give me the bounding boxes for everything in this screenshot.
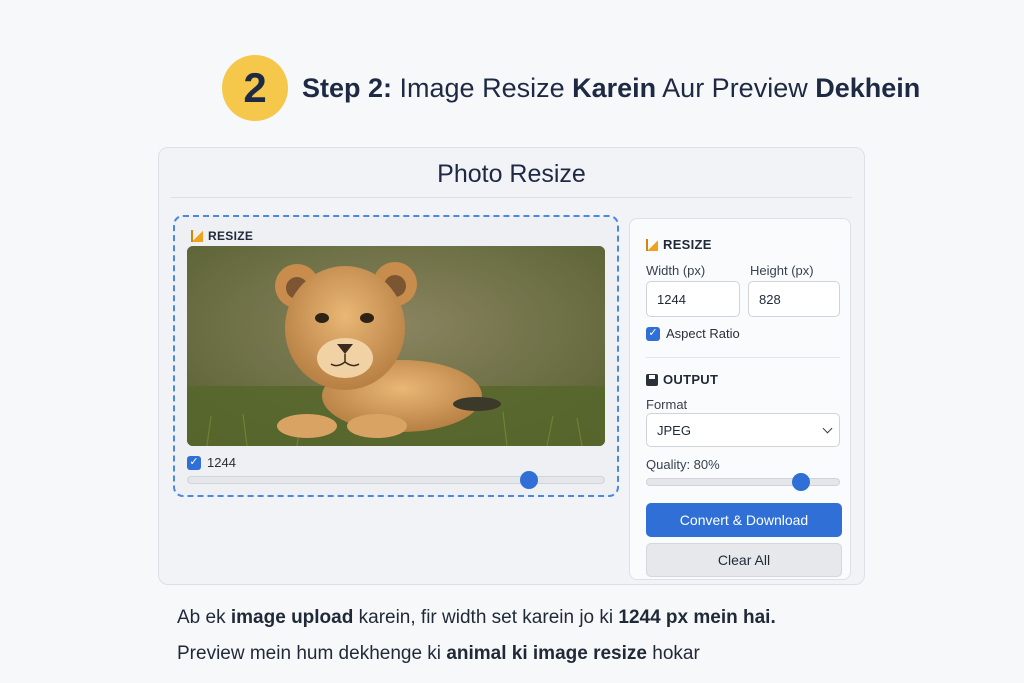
aspect-ratio-checkbox[interactable]: ✓ Aspect Ratio <box>646 326 740 341</box>
photo-resize-card: Photo Resize RESIZE ✓ 1244 RESIZE Width … <box>158 147 865 585</box>
step-title: Step 2: Image Resize Karein Aur Preview … <box>302 73 920 104</box>
step-header: 2 Step 2: Image Resize Karein Aur Previe… <box>222 54 920 122</box>
step-number-badge: 2 <box>222 55 288 121</box>
format-label: Format <box>646 397 688 412</box>
caption-2a: Preview mein hum dekhenge ki <box>177 643 447 664</box>
height-input[interactable]: 828 <box>748 281 840 317</box>
ruler-icon <box>646 238 658 251</box>
settings-divider <box>646 357 840 358</box>
step-title-bold: Step 2: <box>302 72 393 103</box>
card-title: Photo Resize <box>437 160 586 188</box>
lion-cub-image <box>187 246 605 446</box>
preview-section-text: RESIZE <box>208 229 254 243</box>
convert-download-button[interactable]: Convert & Download <box>646 503 842 537</box>
step-title-bold3: Dekhein <box>815 72 921 103</box>
quality-slider-thumb[interactable] <box>791 473 810 491</box>
preview-width-checkbox[interactable]: ✓ 1244 <box>187 455 236 470</box>
format-select[interactable]: JPEG <box>646 413 840 447</box>
format-selected-value: JPEG <box>657 422 691 438</box>
ruler-icon <box>191 230 203 242</box>
aspect-ratio-label: Aspect Ratio <box>666 326 740 341</box>
width-input[interactable]: 1244 <box>646 281 740 317</box>
width-slider-thumb[interactable] <box>520 471 539 489</box>
caption-2b: animal ki image resize <box>446 643 647 664</box>
step-title-part2: Aur Preview <box>656 72 816 103</box>
quality-label: Quality: 80% <box>646 457 720 472</box>
aspect-checkbox[interactable]: ✓ <box>646 326 660 341</box>
caption-1c: karein, fir width set karein jo ki <box>353 607 619 628</box>
preview-checkbox[interactable]: ✓ <box>187 455 201 470</box>
caption-line-2: Preview mein hum dekhenge ki animal ki i… <box>177 643 700 665</box>
quality-slider[interactable] <box>646 473 840 491</box>
caption-2c: hokar <box>646 643 700 664</box>
output-section-text: OUTPUT <box>663 372 719 387</box>
width-label: Width (px) <box>646 263 706 278</box>
height-label: Height (px) <box>750 263 814 278</box>
clear-all-button[interactable]: Clear All <box>646 543 842 577</box>
image-preview-panel[interactable]: RESIZE ✓ 1244 <box>173 215 619 497</box>
resize-section-label: RESIZE <box>646 237 712 252</box>
title-divider <box>171 197 852 198</box>
caption-1a: Ab ek <box>177 607 231 628</box>
save-disk-icon <box>646 373 658 386</box>
preview-checkbox-label: 1244 <box>207 455 236 470</box>
caption-1d: 1244 px mein hai. <box>618 607 776 628</box>
caption-line-1: Ab ek image upload karein, fir width set… <box>177 607 776 629</box>
chevron-down-icon <box>822 423 833 433</box>
resize-section-text: RESIZE <box>663 237 712 252</box>
step-title-part1: Image Resize <box>392 72 573 103</box>
output-section-label: OUTPUT <box>646 372 718 387</box>
settings-panel: RESIZE Width (px) Height (px) 1244 828 ✓… <box>629 218 851 580</box>
width-slider[interactable] <box>187 471 605 489</box>
step-title-bold2: Karein <box>572 72 657 103</box>
preview-section-label: RESIZE <box>191 229 253 243</box>
lion-cub-photo <box>187 246 605 446</box>
caption-1b: image upload <box>230 607 354 628</box>
